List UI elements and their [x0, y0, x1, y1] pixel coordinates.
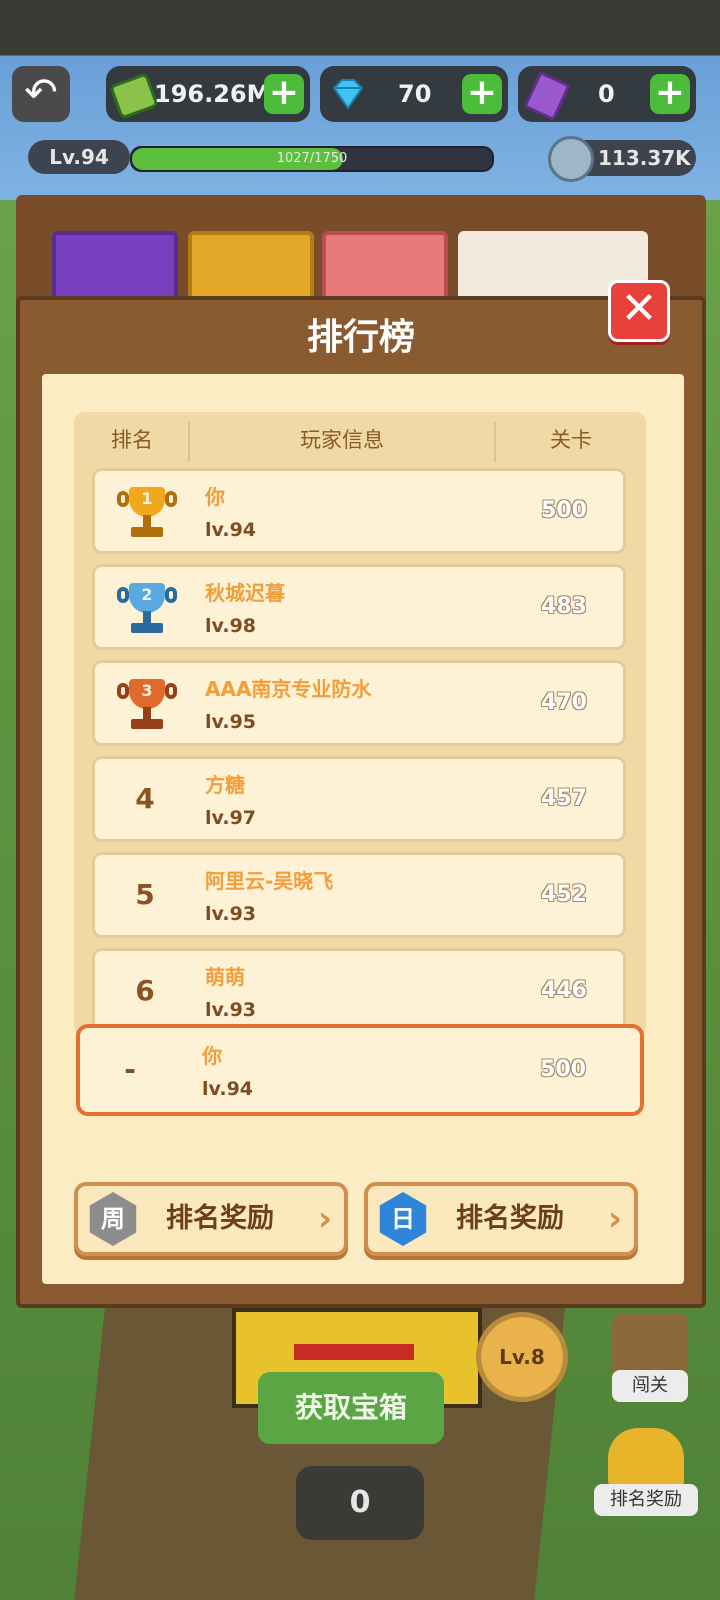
coin-value: 113.37K: [598, 146, 691, 170]
player-name: 萌萌: [205, 965, 245, 989]
rank-number: 4: [135, 782, 155, 815]
gold-trophy-icon: 1: [117, 485, 177, 541]
add-gem-button[interactable]: +: [462, 74, 502, 114]
bronze-trophy-icon: 3: [117, 677, 177, 733]
side-reward-button[interactable]: 排名奖励: [594, 1428, 698, 1528]
player-name: 阿里云-吴晓飞: [205, 869, 334, 893]
header-rank: 排名: [111, 428, 153, 452]
self-name: 你: [202, 1044, 222, 1068]
wardrobe-strip: [16, 195, 706, 319]
player-stage: 470: [541, 690, 587, 715]
side-level-button[interactable]: 闯关: [598, 1314, 702, 1404]
player-level: lv.97: [205, 807, 257, 829]
leaderboard-row: 5 阿里云-吴晓飞 lv.93 452: [92, 852, 626, 938]
player-name: 秋城迟暮: [205, 581, 285, 605]
leaderboard-row: 4 方糖 lv.97 457: [92, 756, 626, 842]
player-level: lv.93: [205, 903, 257, 925]
axe-icon: [612, 1314, 688, 1376]
leaderboard-row: 3 AAA南京专业防水 lv.95 470: [92, 660, 626, 746]
trophy-number: 2: [141, 585, 153, 604]
daily-reward-button[interactable]: 日 排名奖励 ›: [364, 1182, 638, 1256]
add-cash-button[interactable]: +: [264, 74, 304, 114]
player-level: lv.93: [205, 999, 257, 1021]
xp-progress-bar: 1027/1750: [130, 146, 494, 172]
player-name: AAA南京专业防水: [205, 677, 372, 701]
player-stage: 457: [541, 786, 587, 811]
player-stage: 452: [541, 882, 587, 907]
chevron-right-icon: ›: [607, 1199, 622, 1239]
level-medal: Lv.8: [476, 1312, 568, 1402]
player-name: 方糖: [205, 773, 245, 797]
weekly-reward-button[interactable]: 周 排名奖励 ›: [74, 1182, 348, 1256]
chest-counter: 0: [296, 1466, 424, 1540]
leaderboard-row: 6 萌萌 lv.93 446: [92, 948, 626, 1034]
add-ticket-button[interactable]: +: [650, 74, 690, 114]
player-level: lv.94: [205, 519, 257, 541]
leaderboard-title: 排行榜: [306, 317, 415, 358]
player-stage: 483: [541, 594, 587, 619]
cash-value: 196.26M: [154, 80, 271, 108]
player-level: lv.95: [205, 711, 257, 733]
cash-counter: 196.26M +: [106, 66, 310, 122]
diamond-icon: [332, 79, 364, 110]
coin-icon: [548, 136, 594, 182]
trophy-icon: [608, 1428, 684, 1490]
trophy-number: 1: [141, 489, 153, 508]
weekly-reward-label: 排名奖励: [166, 1203, 274, 1234]
self-score: 500: [540, 1057, 586, 1082]
player-name: 你: [205, 485, 225, 509]
self-level: lv.94: [202, 1078, 254, 1100]
gem-value: 70: [398, 80, 432, 108]
self-rank-row: - 你 lv.94 500: [76, 1024, 644, 1116]
header-stage: 关卡: [550, 428, 592, 452]
close-icon[interactable]: ✕: [608, 280, 670, 342]
leaderboard-row: 2 秋城迟暮 lv.98 483: [92, 564, 626, 650]
ticket-value: 0: [598, 80, 615, 108]
back-arrow-icon[interactable]: ↶: [12, 66, 70, 122]
robot-band: [294, 1344, 414, 1360]
xp-text: 1027/1750: [276, 151, 348, 166]
player-stage: 500: [541, 498, 587, 523]
rank-number: 5: [135, 878, 155, 911]
chevron-right-icon: ›: [317, 1199, 332, 1239]
gem-counter: 70 +: [320, 66, 508, 122]
trophy-number: 3: [141, 681, 153, 700]
daily-badge-icon: 日: [379, 1192, 427, 1246]
weekly-badge-icon: 周: [89, 1192, 137, 1246]
ticket-icon: [523, 70, 571, 122]
get-chest-button[interactable]: 获取宝箱: [258, 1372, 444, 1444]
leaderboard-table: 排名 玩家信息 关卡 1 你 lv.94 500 2 秋城迟暮 lv.98 48…: [74, 412, 646, 1036]
cash-icon: [109, 72, 159, 120]
player-level: Lv.94: [28, 140, 130, 174]
leaderboard-row: 1 你 lv.94 500: [92, 468, 626, 554]
side-level-label: 闯关: [612, 1370, 688, 1402]
player-stage: 446: [541, 978, 587, 1003]
coin-counter: 113.37K: [548, 136, 696, 182]
ticket-counter: 0 +: [518, 66, 696, 122]
side-reward-label: 排名奖励: [594, 1484, 698, 1516]
silver-trophy-icon: 2: [117, 581, 177, 637]
player-level: lv.98: [205, 615, 257, 637]
rank-number: 6: [135, 974, 155, 1007]
header-player-info: 玩家信息: [300, 428, 384, 452]
daily-reward-label: 排名奖励: [456, 1203, 564, 1234]
level-medal-label: Lv.8: [481, 1317, 563, 1397]
self-rank: -: [124, 1053, 136, 1086]
